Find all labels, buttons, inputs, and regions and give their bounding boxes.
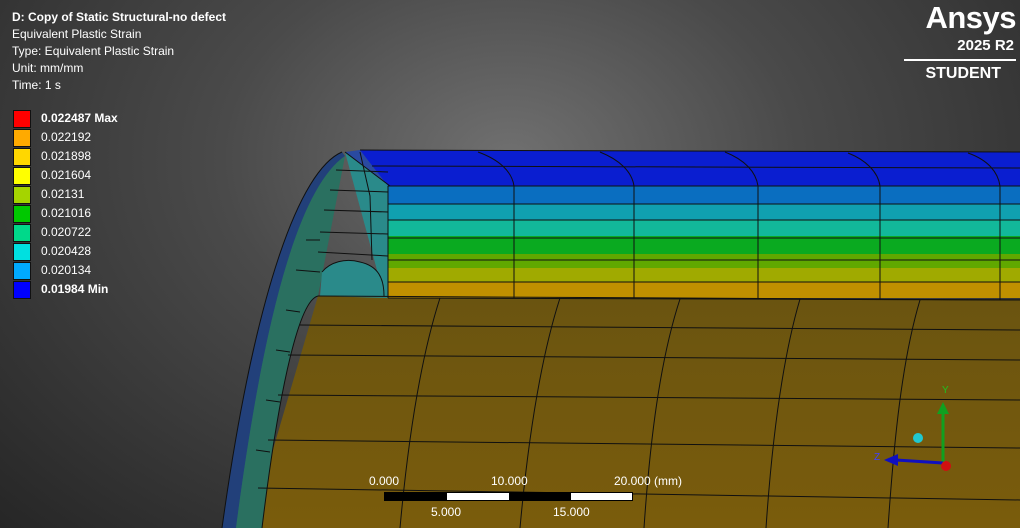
legend-label: 0.020428 [41, 244, 92, 258]
result-type: Type: Equivalent Plastic Strain [12, 44, 175, 58]
legend-label: 0.01984 Min [41, 282, 109, 296]
legend-label: 0.021604 [41, 168, 92, 182]
scale-label-bottom-1: 15.000 [553, 505, 590, 519]
legend-label: 0.021016 [41, 206, 92, 220]
band-5 [388, 254, 1020, 268]
result-name: Equivalent Plastic Strain [12, 27, 142, 41]
logo-version: 2025 R2 [957, 37, 1014, 54]
scale-label-top-2: 20.000 (mm) [614, 474, 683, 488]
legend-label: 0.022192 [41, 130, 92, 144]
legend-label: 0.020722 [41, 225, 92, 239]
legend-label: 0.022487 Max [41, 111, 118, 125]
scale-label-top-0: 0.000 [369, 474, 400, 488]
triad-isometric-ball[interactable] [913, 433, 923, 443]
legend-swatch[interactable] [13, 129, 31, 147]
legend-swatch[interactable] [13, 262, 31, 280]
triad-y-label: Y [942, 385, 949, 396]
model-floor-surface [250, 296, 1020, 528]
triad-x-axis [941, 461, 951, 471]
legend-swatch[interactable] [13, 281, 31, 299]
logo-brand: Ansys [925, 0, 1016, 35]
legend-label: 0.021898 [41, 149, 92, 163]
legend-swatch[interactable] [13, 243, 31, 261]
legend-swatch[interactable] [13, 224, 31, 242]
logo-divider [904, 59, 1016, 61]
result-unit: Unit: mm/mm [12, 61, 84, 75]
legend-label: 0.020134 [41, 263, 92, 277]
legend-swatch[interactable] [13, 167, 31, 185]
scale-label-top-1: 10.000 [491, 474, 528, 488]
legend-swatch[interactable] [13, 110, 31, 128]
result-info: D: Copy of Static Structural-no defect E… [12, 9, 226, 94]
band-1 [388, 186, 1020, 204]
logo-edition: STUDENT [925, 65, 1001, 82]
legend-swatch[interactable] [13, 148, 31, 166]
scale-label-bottom-0: 5.000 [431, 505, 462, 519]
band-2 [388, 204, 1020, 222]
analysis-title: D: Copy of Static Structural-no defect [12, 10, 227, 24]
band-6 [388, 268, 1020, 282]
ansys-logo: Ansys 2025 R2 STUDENT [900, 0, 1018, 90]
band-4 [388, 236, 1020, 254]
band-3 [388, 220, 1020, 238]
triad-z-label: Z [874, 452, 880, 463]
legend-label: 0.02131 [41, 187, 85, 201]
legend-swatch[interactable] [13, 205, 31, 223]
result-time: Time: 1 s [12, 78, 61, 92]
legend-swatch[interactable] [13, 186, 31, 204]
band-7 [388, 282, 1020, 298]
scale-bar-ruler [384, 492, 633, 501]
